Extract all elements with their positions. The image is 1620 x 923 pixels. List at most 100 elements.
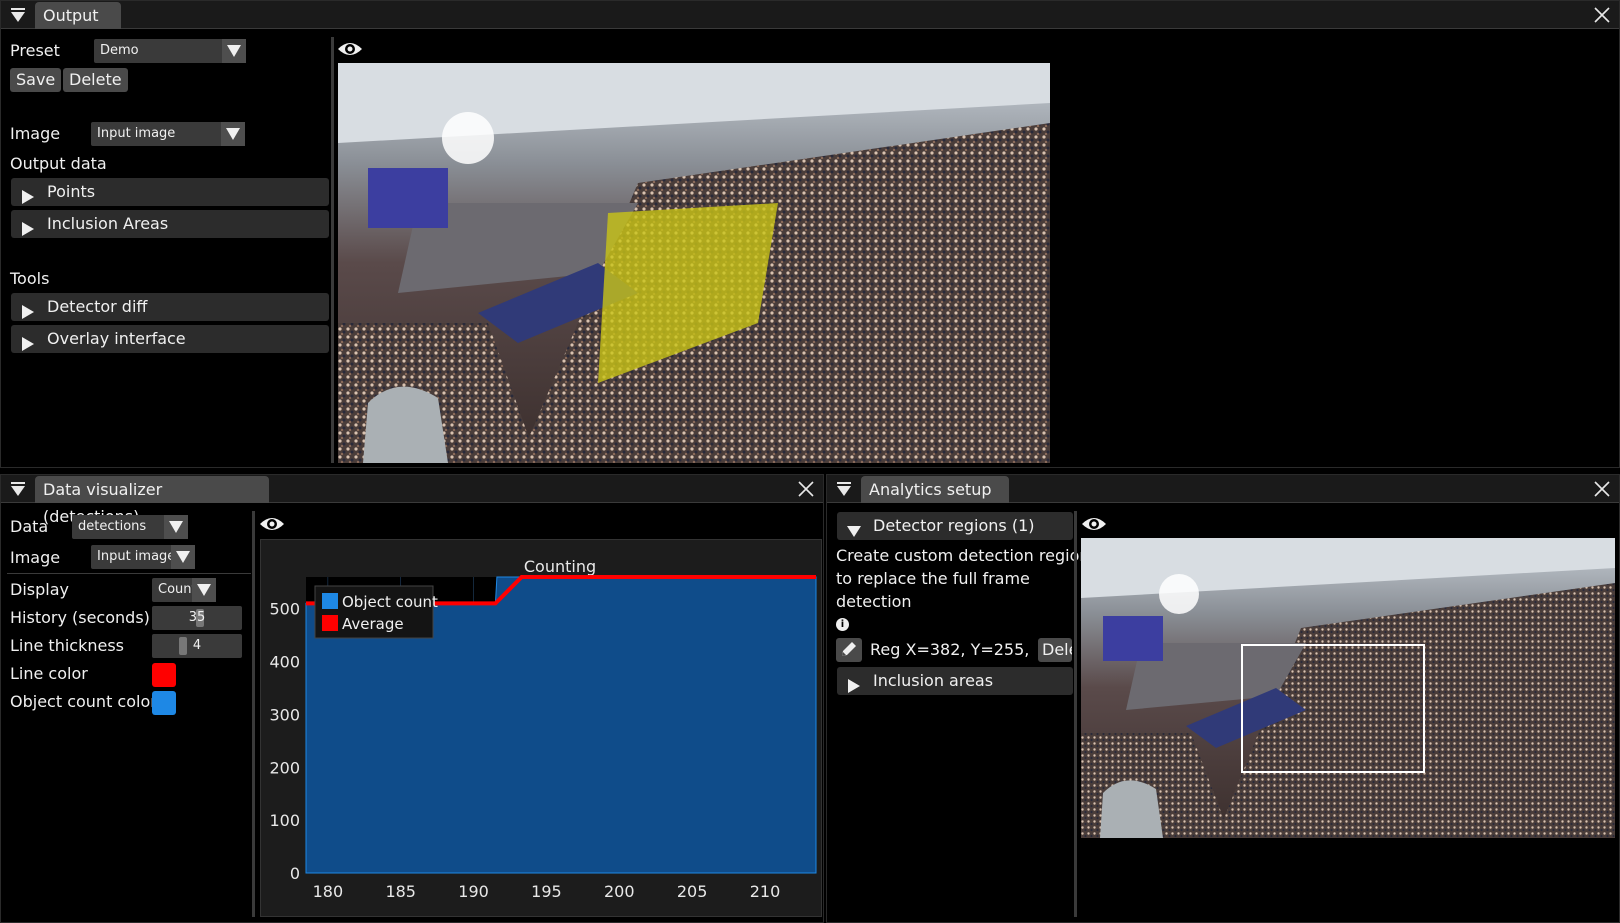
description-line-3: detection	[836, 592, 912, 611]
legend-label: Average	[342, 615, 404, 633]
detector-regions-label: Detector regions (1)	[873, 516, 1035, 535]
x-tick-label: 185	[385, 882, 416, 901]
chart-title: Counting	[524, 557, 596, 576]
history-slider[interactable]: 35	[152, 606, 242, 630]
tree-item-inclusion-areas[interactable]: Inclusion Areas	[11, 210, 329, 238]
tree-item-detector-diff[interactable]: Detector diff	[11, 293, 329, 321]
line-color-label: Line color	[10, 664, 88, 683]
tree-item-points[interactable]: Points	[11, 178, 329, 206]
tree-item-label: Inclusion areas	[873, 671, 994, 690]
chart-svg: Counting 180 185 190 195 200 205 210 0 100 200 30…	[269, 557, 817, 901]
preset-value: Demo	[100, 43, 139, 58]
visualizer-tab[interactable]: Data visualizer (detections)	[35, 476, 269, 526]
region-text: Reg X=382, Y=255, W=4	[870, 640, 1030, 659]
output-titlebar: Output	[1, 1, 1619, 29]
tree-item-overlay-interface[interactable]: Overlay interface	[11, 325, 329, 353]
description-line-2: to replace the full frame	[836, 569, 1030, 588]
close-icon[interactable]	[797, 480, 815, 498]
eye-icon[interactable]	[259, 515, 285, 533]
x-tick-label: 200	[604, 882, 635, 901]
line-color-swatch[interactable]	[152, 663, 176, 687]
output-data-label: Output data	[10, 154, 107, 173]
collapse-triangle-icon[interactable]	[7, 479, 29, 499]
preset-label: Preset	[10, 41, 60, 60]
info-icon[interactable]: i	[836, 618, 849, 631]
image-dropdown[interactable]: Input image	[91, 545, 195, 569]
region-delete-button[interactable]: Dele	[1038, 638, 1072, 662]
image-value: Input image	[97, 126, 176, 141]
line-thickness-slider[interactable]: 4	[152, 634, 242, 658]
image-label: Image	[10, 548, 61, 567]
chevron-down-icon	[222, 39, 246, 63]
detector-regions-header[interactable]: Detector regions (1)	[837, 512, 1073, 540]
display-dropdown[interactable]: Count	[152, 578, 216, 602]
image-dropdown[interactable]: Input image	[91, 122, 245, 146]
preset-dropdown[interactable]: Demo	[94, 39, 246, 63]
chevron-down-icon	[171, 545, 195, 569]
divider	[7, 573, 251, 574]
pencil-icon	[842, 642, 856, 656]
x-tick-label: 205	[677, 882, 708, 901]
y-tick-label: 500	[269, 600, 300, 619]
chevron-down-icon	[221, 122, 245, 146]
y-tick-label: 100	[269, 811, 300, 830]
legend-swatch	[322, 593, 338, 609]
slider-grab[interactable]	[179, 637, 187, 655]
expand-triangle-icon	[21, 185, 35, 204]
y-tick-label: 200	[269, 758, 300, 777]
expand-triangle-icon	[847, 674, 861, 693]
tools-label: Tools	[10, 269, 50, 288]
y-tick-label: 300	[269, 705, 300, 724]
analytics-tab[interactable]: Analytics setup	[861, 476, 1009, 503]
visualizer-titlebar: Data visualizer (detections)	[1, 475, 823, 526]
legend-label: Object count	[342, 593, 438, 611]
output-panel: Output Preset Demo Save Delete Image Inp…	[0, 0, 1620, 468]
splitter[interactable]	[331, 37, 334, 463]
expand-triangle-icon	[21, 332, 35, 351]
eye-icon[interactable]	[1081, 515, 1107, 533]
tree-item-inclusion-areas[interactable]: Inclusion areas	[837, 667, 1073, 695]
analytics-image[interactable]	[1081, 538, 1615, 838]
display-value: Count	[158, 582, 197, 597]
splitter[interactable]	[1074, 511, 1077, 917]
description-line-1: Create custom detection regions	[836, 546, 1098, 565]
x-tick-label: 195	[531, 882, 562, 901]
delete-button[interactable]: Delete	[63, 68, 128, 92]
data-value: detections	[78, 519, 147, 534]
splitter[interactable]	[252, 511, 255, 917]
save-button[interactable]: Save	[10, 68, 62, 92]
line-thickness-label: Line thickness	[10, 636, 125, 655]
edit-region-button[interactable]	[836, 638, 862, 662]
expand-triangle-icon	[21, 300, 35, 319]
x-tick-label: 210	[750, 882, 781, 901]
data-visualizer-panel: Data visualizer (detections) Data detect…	[0, 474, 824, 923]
close-icon[interactable]	[1593, 480, 1611, 498]
chevron-down-icon	[164, 515, 188, 539]
collapse-triangle-icon[interactable]	[833, 479, 855, 499]
tree-item-label: Points	[47, 182, 96, 201]
output-tab[interactable]: Output	[35, 2, 121, 29]
data-label: Data	[10, 517, 49, 536]
expand-triangle-icon	[21, 217, 35, 236]
counting-chart[interactable]: Counting 180 185 190 195 200 205 210 0 100 200 30…	[260, 539, 822, 917]
y-tick-label: 0	[290, 864, 300, 883]
object-count-color-swatch[interactable]	[152, 691, 176, 715]
tree-item-label: Overlay interface	[47, 329, 186, 348]
close-icon[interactable]	[1593, 6, 1611, 24]
tree-item-label: Inclusion Areas	[47, 214, 169, 233]
line-thickness-value: 4	[192, 638, 202, 653]
output-image	[338, 63, 1050, 463]
analytics-titlebar: Analytics setup	[827, 475, 1619, 503]
x-tick-label: 190	[458, 882, 489, 901]
collapse-triangle-icon[interactable]	[7, 5, 29, 25]
tree-item-label: Detector diff	[47, 297, 148, 316]
eye-icon[interactable]	[337, 40, 363, 58]
collapse-triangle-icon	[847, 519, 861, 537]
display-label: Display	[10, 580, 69, 599]
data-dropdown[interactable]: detections	[72, 515, 188, 539]
chevron-down-icon	[192, 578, 216, 602]
legend-swatch	[322, 615, 338, 631]
analytics-setup-panel: Analytics setup Detector regions (1) Cre…	[826, 474, 1620, 923]
x-tick-label: 180	[313, 882, 344, 901]
history-label: History (seconds)	[10, 608, 150, 627]
